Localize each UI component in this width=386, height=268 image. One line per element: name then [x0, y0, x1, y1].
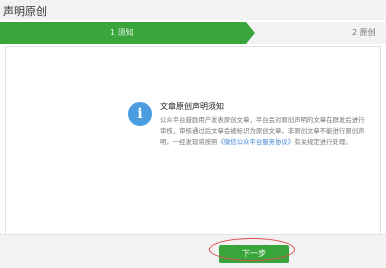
info-icon: i [128, 102, 152, 126]
notice-text-end: 有关规定进行处理。 [294, 138, 352, 146]
step-1-label: 1 须知 [110, 28, 134, 37]
notice-title: 文章原创声明须知 [160, 102, 224, 111]
step-progress-bar: 1 须知 2 原创 [0, 22, 386, 44]
step-2-label: 2 原创 [352, 28, 376, 37]
page-title: 声明原创 [3, 5, 47, 18]
header-bar: 声明原创 [0, 0, 386, 20]
next-button[interactable]: 下一步 [219, 245, 289, 263]
footer-bar [0, 234, 386, 268]
service-agreement-link[interactable]: 《微信公众平台服务协议》 [218, 138, 295, 146]
notice-body: 公众平台鼓励用户发表原创文章，平台会对原创声明的文章在群发后进行审核，审核通过后… [160, 115, 370, 148]
